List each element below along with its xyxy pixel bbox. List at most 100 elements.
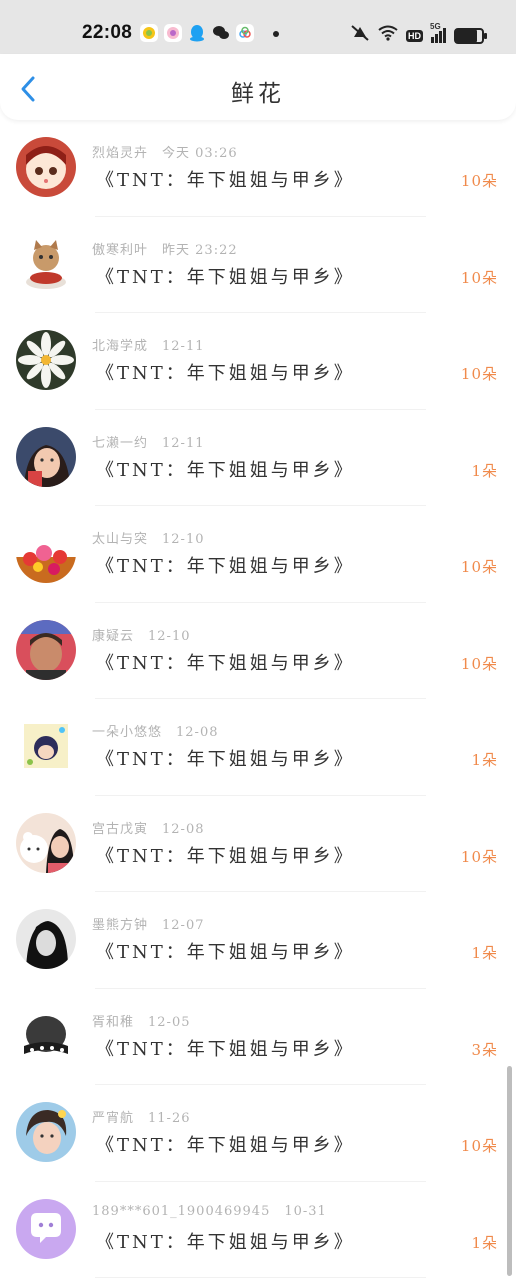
- list-item[interactable]: 康疑云 12-10 《TNT：年下姐姐与甲乡》 10朵: [0, 603, 516, 699]
- list-item[interactable]: 胥和稚 12-05 《TNT：年下姐姐与甲乡》 3朵: [0, 989, 516, 1085]
- flower-count: 3朵: [471, 1040, 498, 1059]
- sender-name: 严宵航: [92, 1111, 135, 1126]
- mute-icon: [350, 24, 370, 47]
- sender-meta: 傲寒利叶 昨天 23:22: [92, 239, 238, 258]
- book-title: 《TNT：年下姐姐与甲乡》: [96, 1135, 355, 1156]
- list-item[interactable]: 七濑一约 12-11 《TNT：年下姐姐与甲乡》 1朵: [0, 410, 516, 506]
- avatar[interactable]: [16, 523, 76, 583]
- book-title: 《TNT：年下姐姐与甲乡》: [96, 363, 355, 384]
- sender-meta: 189***601_1900469945 10-31: [92, 1204, 327, 1219]
- app-icon-1: [140, 24, 158, 42]
- signal-icon: 5G: [430, 22, 446, 43]
- list-item[interactable]: 宫古戊寅 12-08 《TNT：年下姐姐与甲乡》 10朵: [0, 796, 516, 892]
- book-title: 《TNT：年下姐姐与甲乡》: [96, 942, 355, 963]
- sender-meta: 宫古戊寅 12-08: [92, 818, 205, 837]
- avatar[interactable]: [16, 330, 76, 390]
- signal-label: 5G: [430, 22, 441, 31]
- book-title: 《TNT：年下姐姐与甲乡》: [96, 556, 355, 577]
- list-item[interactable]: 189***601_1900469945 10-31 《TNT：年下姐姐与甲乡》 …: [0, 1182, 516, 1278]
- sender-name: 太山与突: [92, 532, 149, 547]
- sender-name: 北海学成: [92, 339, 149, 354]
- sender-meta: 北海学成 12-11: [92, 335, 205, 354]
- sender-meta: 胥和稚 12-05: [92, 1011, 191, 1030]
- avatar[interactable]: [16, 1198, 76, 1259]
- flower-count: 10朵: [460, 1137, 498, 1155]
- battery-icon: [454, 27, 487, 44]
- sender-name: 七濑一约: [92, 435, 149, 451]
- flower-count: 10朵: [460, 268, 498, 287]
- sent-time: 12-10: [148, 628, 191, 644]
- avatar[interactable]: [16, 812, 76, 873]
- battery-level: [456, 29, 477, 42]
- avatar[interactable]: [16, 716, 76, 776]
- flower-count: 10朵: [460, 654, 498, 673]
- list-item[interactable]: 北海学成 12-11 《TNT：年下姐姐与甲乡》 10朵: [0, 313, 516, 410]
- sender-meta: 康疑云 12-10: [92, 625, 191, 644]
- book-title: 《TNT：年下姐姐与甲乡》: [96, 1231, 355, 1253]
- qq-icon: [188, 24, 206, 42]
- book-title: 《TNT：年下姐姐与甲乡》: [96, 266, 355, 288]
- sent-time: 12-08: [162, 821, 205, 837]
- status-time: 22:08: [82, 22, 133, 43]
- sent-time: 昨天 23:22: [162, 242, 238, 258]
- list-item[interactable]: 烈焰灵卉 今天 03:26 《TNT：年下姐姐与甲乡》 10朵: [0, 120, 516, 217]
- system-status: HD 5G: [350, 22, 487, 47]
- avatar[interactable]: [16, 426, 76, 487]
- flower-count: 10朵: [460, 365, 498, 383]
- list-item[interactable]: 墨熊方钟 12-07 《TNT：年下姐姐与甲乡》 1朵: [0, 892, 516, 989]
- status-bar: 22:08 HD 5G: [0, 0, 516, 54]
- sender-name: 宫古戊寅: [92, 821, 149, 837]
- sender-meta: 墨熊方钟 12-07: [92, 914, 205, 933]
- avatar[interactable]: [16, 1005, 76, 1066]
- more-notifications-dot: [273, 31, 279, 37]
- sender-meta: 烈焰灵卉 今天 03:26: [92, 142, 238, 161]
- sent-time: 11-26: [148, 1111, 191, 1126]
- sender-meta: 严宵航 11-26: [92, 1107, 191, 1126]
- flower-count: 1朵: [471, 751, 498, 769]
- sent-time: 12-11: [162, 435, 205, 451]
- flower-count: 1朵: [471, 944, 498, 962]
- page-title: 鲜花: [231, 81, 285, 107]
- list-item[interactable]: 傲寒利叶 昨天 23:22 《TNT：年下姐姐与甲乡》 10朵: [0, 217, 516, 313]
- sender-meta: 一朵小悠悠 12-08: [92, 721, 219, 740]
- flower-count: 10朵: [460, 172, 498, 190]
- sent-time: 10-31: [284, 1203, 327, 1219]
- sender-meta: 太山与突 12-10: [92, 528, 205, 547]
- flower-count: 10朵: [460, 847, 498, 866]
- book-title: 《TNT：年下姐姐与甲乡》: [96, 459, 355, 481]
- flower-count: 1朵: [471, 461, 498, 480]
- avatar[interactable]: [16, 619, 76, 680]
- sent-time: 今天 03:26: [162, 146, 238, 161]
- sender-name: 傲寒利叶: [92, 242, 149, 258]
- flower-count: 10朵: [460, 558, 498, 576]
- divider: [95, 1277, 426, 1278]
- book-title: 《TNT：年下姐姐与甲乡》: [96, 652, 355, 674]
- app-icon-2: [164, 24, 182, 42]
- avatar[interactable]: [16, 233, 76, 294]
- app-header: 鲜花: [0, 54, 516, 120]
- avatar[interactable]: [16, 137, 76, 197]
- sent-time: 12-08: [176, 725, 219, 740]
- flower-gift-list: 烈焰灵卉 今天 03:26 《TNT：年下姐姐与甲乡》 10朵 傲寒利叶 昨天 23…: [0, 120, 516, 1278]
- sender-name: 189***601_1900469945: [92, 1203, 271, 1219]
- list-item[interactable]: 一朵小悠悠 12-08 《TNT：年下姐姐与甲乡》 1朵: [0, 699, 516, 796]
- list-item[interactable]: 严宵航 11-26 《TNT：年下姐姐与甲乡》 10朵: [0, 1085, 516, 1182]
- sender-name: 胥和稚: [92, 1014, 135, 1030]
- avatar[interactable]: [16, 909, 76, 969]
- flower-count: 1朵: [471, 1233, 498, 1252]
- notification-icons: [140, 24, 254, 42]
- sender-meta: 七濑一约 12-11: [92, 432, 205, 451]
- sender-name: 康疑云: [92, 628, 135, 644]
- sent-time: 12-07: [162, 918, 205, 933]
- book-title: 《TNT：年下姐姐与甲乡》: [96, 749, 355, 770]
- hd-icon: HD: [406, 29, 423, 42]
- book-title: 《TNT：年下姐姐与甲乡》: [96, 1038, 355, 1060]
- sent-time: 12-05: [148, 1014, 191, 1030]
- avatar[interactable]: [16, 1102, 76, 1162]
- sender-name: 墨熊方钟: [92, 918, 149, 933]
- list-item[interactable]: 太山与突 12-10 《TNT：年下姐姐与甲乡》 10朵: [0, 506, 516, 603]
- wifi-icon: [378, 25, 398, 46]
- book-title: 《TNT：年下姐姐与甲乡》: [96, 170, 355, 191]
- book-title: 《TNT：年下姐姐与甲乡》: [96, 845, 355, 867]
- scrollbar[interactable]: [507, 1066, 512, 1276]
